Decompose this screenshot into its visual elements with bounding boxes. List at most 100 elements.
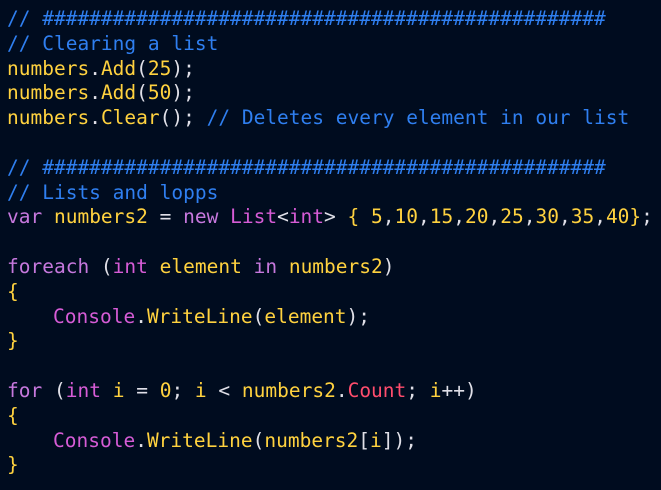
code-line[interactable] — [7, 354, 661, 379]
code-token: [ — [358, 428, 371, 452]
code-token: ( — [252, 428, 265, 452]
code-token: i — [194, 378, 207, 402]
code-token: 20 — [465, 205, 489, 229]
code-line[interactable]: numbers.Add(25); — [7, 57, 661, 82]
code-token: . — [89, 106, 101, 130]
code-token: Add — [100, 81, 137, 105]
code-line[interactable]: numbers.Clear(); // Deletes every elemen… — [7, 106, 661, 131]
code-line[interactable]: // Lists and lopps — [7, 181, 661, 206]
code-token: , — [453, 205, 465, 229]
code-line[interactable]: // Clearing a list — [7, 32, 661, 57]
code-token: (); — [159, 106, 207, 130]
code-token: var — [7, 205, 54, 229]
code-token: // Deletes every element in our list — [206, 106, 630, 130]
code-token: , — [558, 205, 571, 229]
code-token: , — [382, 205, 395, 229]
code-token: 25 — [147, 56, 172, 80]
code-token: < — [206, 378, 242, 402]
code-token: ); — [171, 81, 195, 105]
code-token: WriteLine — [146, 428, 253, 452]
code-token: numbers2 — [264, 428, 359, 452]
code-token: } — [629, 205, 642, 229]
code-token: ) — [382, 254, 395, 278]
code-token: 50 — [147, 81, 172, 105]
code-token: ); — [171, 56, 195, 80]
code-token: . — [89, 81, 101, 105]
code-line[interactable]: } — [7, 329, 661, 354]
code-token: 0 — [159, 378, 172, 402]
code-token: ( — [136, 81, 148, 105]
code-token: ); — [346, 304, 371, 328]
code-token: { — [7, 279, 19, 303]
code-token: { — [347, 205, 360, 229]
code-token: numbers2 — [53, 205, 148, 229]
code-token: in — [253, 254, 278, 278]
code-token: numbers2 — [241, 378, 336, 402]
code-token: } — [7, 453, 19, 477]
code-token: < — [277, 205, 289, 229]
code-editor[interactable]: // #####################################… — [0, 7, 661, 490]
code-token: = — [147, 205, 184, 229]
code-token: = — [124, 378, 160, 402]
code-token: ; — [406, 378, 430, 402]
code-line[interactable]: foreach (int element in numbers2) — [7, 255, 661, 280]
code-token: ( — [42, 378, 66, 402]
code-token: int — [288, 205, 325, 229]
code-token: Console — [53, 428, 136, 452]
code-token: i — [370, 428, 382, 452]
code-token: element — [264, 304, 347, 328]
code-token: for — [7, 378, 43, 402]
code-token: // #####################################… — [7, 7, 606, 30]
code-token: , — [523, 205, 536, 229]
code-line[interactable]: } — [7, 453, 661, 478]
code-token: . — [89, 56, 101, 80]
code-token: i — [112, 378, 125, 402]
code-line[interactable] — [7, 230, 661, 255]
code-token: 30 — [535, 205, 559, 229]
code-token: { — [7, 403, 19, 427]
code-token: ; — [171, 378, 195, 402]
code-token: List — [230, 205, 278, 229]
code-token: Clear — [100, 106, 160, 130]
code-token: 10 — [394, 205, 419, 229]
code-token: } — [7, 329, 19, 353]
code-token: ]); — [381, 428, 418, 452]
code-token: , — [594, 205, 606, 229]
code-line[interactable]: var numbers2 = new List<int> { 5,10,15,2… — [7, 205, 661, 230]
code-line[interactable]: for (int i = 0; i < numbers2.Count; i++) — [7, 379, 661, 404]
code-line[interactable]: Console.WriteLine(numbers2[i]); — [7, 429, 661, 454]
code-token: Add — [100, 56, 137, 80]
code-line[interactable]: numbers.Add(50); — [7, 81, 661, 106]
code-token: element — [159, 254, 242, 278]
code-token: Console — [53, 304, 136, 328]
code-token: int — [65, 378, 101, 402]
code-token: , — [488, 205, 501, 229]
code-token: 15 — [429, 205, 454, 229]
code-line[interactable]: { — [7, 280, 661, 305]
code-token: new — [183, 205, 231, 229]
code-line[interactable]: // #####################################… — [7, 156, 661, 181]
code-token: Count — [347, 378, 407, 402]
code-token: // Lists and lopps — [7, 180, 219, 204]
code-token: 35 — [570, 205, 595, 229]
code-token: 40 — [605, 205, 630, 229]
code-token: 5 — [371, 205, 383, 229]
code-token: . — [335, 378, 348, 402]
code-token: . — [135, 304, 147, 328]
code-token: , — [418, 205, 430, 229]
code-line[interactable]: { — [7, 404, 661, 429]
code-line[interactable] — [7, 131, 661, 156]
code-token: foreach — [7, 254, 90, 278]
code-token: WriteLine — [146, 304, 253, 328]
code-token: numbers2 — [288, 254, 383, 278]
code-line[interactable]: Console.WriteLine(element); — [7, 305, 661, 330]
code-token: i — [429, 378, 442, 402]
code-token: ( — [136, 56, 148, 80]
code-token: // Clearing a list — [7, 31, 219, 55]
code-line[interactable]: // #####################################… — [7, 7, 661, 32]
